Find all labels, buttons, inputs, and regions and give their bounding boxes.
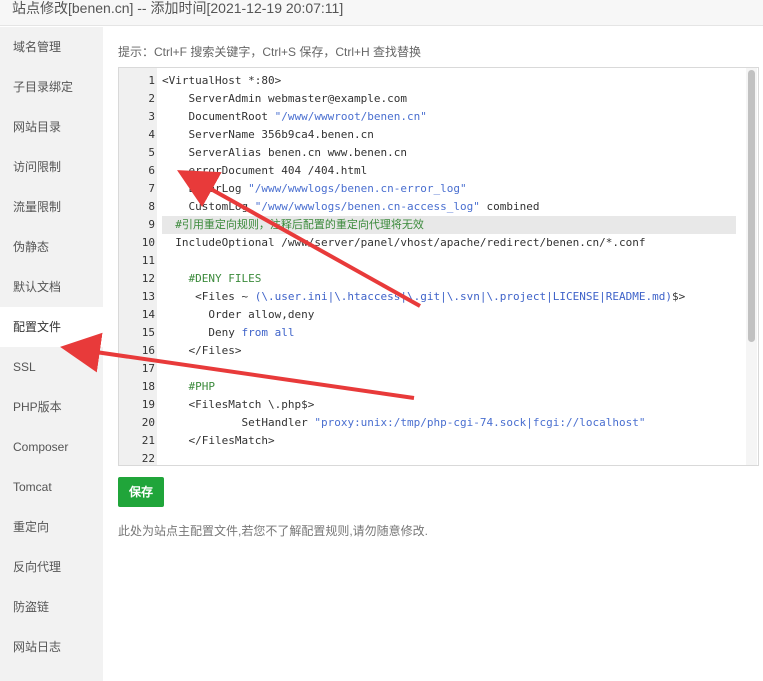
editor-line[interactable]: 21 </FilesMatch> xyxy=(119,432,758,450)
line-code[interactable]: </Files> xyxy=(162,342,736,360)
line-code[interactable]: ServerAlias benen.cn www.benen.cn xyxy=(162,144,736,162)
editor-line[interactable]: 20 SetHandler "proxy:unix:/tmp/php-cgi-7… xyxy=(119,414,758,432)
sidebar-item-traffic-limit[interactable]: 流量限制 xyxy=(0,187,103,227)
editor-line[interactable]: 2 ServerAdmin webmaster@example.com xyxy=(119,90,758,108)
line-code[interactable]: Deny from all xyxy=(162,324,736,342)
line-number: 15 xyxy=(141,326,155,339)
line-number: 18 xyxy=(141,380,155,393)
editor-line[interactable]: 10 IncludeOptional /www/server/panel/vho… xyxy=(119,234,758,252)
line-number: 4 xyxy=(148,128,155,141)
sidebar-item-domain-management[interactable]: 域名管理 xyxy=(0,27,103,67)
save-button[interactable]: 保存 xyxy=(118,477,164,507)
editor-lines[interactable]: 1 <VirtualHost *:80> 2 ServerAdmin webmast… xyxy=(119,72,758,465)
editor-line[interactable]: 15 Deny from all xyxy=(119,324,758,342)
sidebar: 域名管理 子目录绑定 网站目录 访问限制 流量限制 伪静态 默认文档 配置文件 … xyxy=(0,27,103,681)
config-warning-note: 此处为站点主配置文件,若您不了解配置规则,请勿随意修改. xyxy=(118,524,429,538)
line-number: 17 xyxy=(141,362,155,375)
line-number: 16 xyxy=(141,344,155,357)
line-code[interactable]: #PHP xyxy=(162,378,736,396)
config-editor[interactable]: 1 <VirtualHost *:80> 2 ServerAdmin webmast… xyxy=(118,67,759,466)
editor-line[interactable]: 9 #引用重定向规则，注释后配置的重定向代理将无效 xyxy=(119,216,758,234)
sidebar-item-php-version[interactable]: PHP版本 xyxy=(0,387,103,427)
line-number: 7 xyxy=(148,182,155,195)
sidebar-item-rewrite[interactable]: 伪静态 xyxy=(0,227,103,267)
line-number: 2 xyxy=(148,92,155,105)
sidebar-item-ssl[interactable]: SSL xyxy=(0,347,103,387)
editor-line[interactable]: 4 ServerName 356b9ca4.benen.cn xyxy=(119,126,758,144)
line-number: 22 xyxy=(141,452,155,465)
line-code[interactable]: ServerName 356b9ca4.benen.cn xyxy=(162,126,736,144)
line-number: 11 xyxy=(141,254,155,267)
sidebar-item-access-restriction[interactable]: 访问限制 xyxy=(0,147,103,187)
line-code[interactable]: </FilesMatch> xyxy=(162,432,736,450)
line-code[interactable]: ServerAdmin webmaster@example.com xyxy=(162,90,736,108)
line-number: 14 xyxy=(141,308,155,321)
sidebar-item-tomcat[interactable]: Tomcat xyxy=(0,467,103,507)
editor-line[interactable]: 16 </Files> xyxy=(119,342,758,360)
line-number: 21 xyxy=(141,434,155,447)
sidebar-item-hotlink-protection[interactable]: 防盗链 xyxy=(0,587,103,627)
line-number: 19 xyxy=(141,398,155,411)
line-code[interactable]: SetHandler "proxy:unix:/tmp/php-cgi-74.s… xyxy=(162,414,736,432)
editor-line[interactable]: 7 ErrorLog "/www/wwwlogs/benen.cn-error_… xyxy=(119,180,758,198)
editor-line[interactable]: 12 #DENY FILES xyxy=(119,270,758,288)
editor-line[interactable]: 3 DocumentRoot "/www/wwwroot/benen.cn" xyxy=(119,108,758,126)
line-number: 3 xyxy=(148,110,155,123)
line-code[interactable]: Order allow,deny xyxy=(162,306,736,324)
line-number: 10 xyxy=(141,236,155,249)
editor-scroll-thumb[interactable] xyxy=(748,70,755,342)
editor-line[interactable]: 13 <Files ~ (\.user.ini|\.htaccess|\.git… xyxy=(119,288,758,306)
window-title: 站点修改[benen.cn] -- 添加时间[2021-12-19 20:07:… xyxy=(0,0,763,26)
editor-line[interactable]: 5 ServerAlias benen.cn www.benen.cn xyxy=(119,144,758,162)
main-panel: 提示：Ctrl+F 搜索关键字，Ctrl+S 保存，Ctrl+H 查找替换 1 <… xyxy=(118,27,763,538)
line-code[interactable]: <FilesMatch \.php$> xyxy=(162,396,736,414)
line-code[interactable]: CustomLog "/www/wwwlogs/benen.cn-access_… xyxy=(162,198,736,216)
line-number: 9 xyxy=(148,218,155,231)
editor-line[interactable]: 22 xyxy=(119,450,758,465)
editor-line[interactable]: 1 <VirtualHost *:80> xyxy=(119,72,758,90)
line-number: 6 xyxy=(148,164,155,177)
line-number: 13 xyxy=(141,290,155,303)
line-code[interactable]: <Files ~ (\.user.ini|\.htaccess|\.git|\.… xyxy=(162,288,736,306)
editor-line[interactable]: 11 xyxy=(119,252,758,270)
sidebar-item-config-file[interactable]: 配置文件 xyxy=(0,307,103,347)
line-code[interactable]: ErrorLog "/www/wwwlogs/benen.cn-error_lo… xyxy=(162,180,736,198)
line-code[interactable]: <VirtualHost *:80> xyxy=(162,72,736,90)
line-number: 1 xyxy=(148,74,155,87)
line-number: 5 xyxy=(148,146,155,159)
editor-line[interactable]: 17 xyxy=(119,360,758,378)
editor-line[interactable]: 6 errorDocument 404 /404.html xyxy=(119,162,758,180)
line-code[interactable]: errorDocument 404 /404.html xyxy=(162,162,736,180)
sidebar-item-reverse-proxy[interactable]: 反向代理 xyxy=(0,547,103,587)
sidebar-item-site-logs[interactable]: 网站日志 xyxy=(0,627,103,667)
shortcut-hint: 提示：Ctrl+F 搜索关键字，Ctrl+S 保存，Ctrl+H 查找替换 xyxy=(118,45,422,59)
line-number: 12 xyxy=(141,272,155,285)
editor-line[interactable]: 19 <FilesMatch \.php$> xyxy=(119,396,758,414)
editor-scrollbar[interactable] xyxy=(746,68,757,465)
line-code[interactable]: #引用重定向规则，注释后配置的重定向代理将无效 xyxy=(162,216,736,234)
editor-line[interactable]: 18 #PHP xyxy=(119,378,758,396)
line-number: 8 xyxy=(148,200,155,213)
line-code[interactable]: DocumentRoot "/www/wwwroot/benen.cn" xyxy=(162,108,736,126)
line-code[interactable]: #DENY FILES xyxy=(162,270,736,288)
sidebar-item-subdirectory-binding[interactable]: 子目录绑定 xyxy=(0,67,103,107)
sidebar-item-redirect[interactable]: 重定向 xyxy=(0,507,103,547)
editor-line[interactable]: 8 CustomLog "/www/wwwlogs/benen.cn-acces… xyxy=(119,198,758,216)
sidebar-item-site-directory[interactable]: 网站目录 xyxy=(0,107,103,147)
line-number: 20 xyxy=(141,416,155,429)
sidebar-item-default-document[interactable]: 默认文档 xyxy=(0,267,103,307)
editor-line[interactable]: 14 Order allow,deny xyxy=(119,306,758,324)
sidebar-item-composer[interactable]: Composer xyxy=(0,427,103,467)
line-code[interactable]: IncludeOptional /www/server/panel/vhost/… xyxy=(162,234,736,252)
